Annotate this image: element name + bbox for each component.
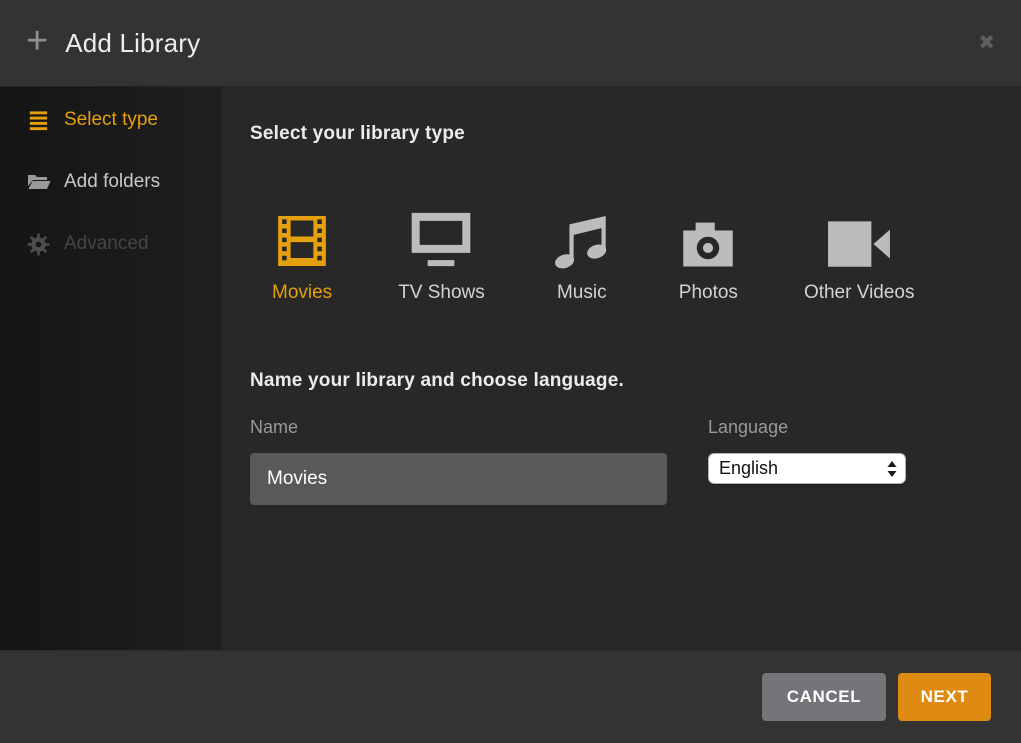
library-type-label: TV Shows (398, 282, 485, 304)
library-type-label: Movies (272, 282, 332, 304)
library-type-tv-shows[interactable]: TV Shows (398, 207, 485, 304)
wizard-steps-sidebar: Select type Add folders (0, 87, 222, 650)
cancel-button[interactable]: CANCEL (762, 673, 886, 721)
library-type-label: Other Videos (804, 282, 915, 304)
main-panel: Select your library type Movies (222, 87, 1021, 650)
sidebar-item-label: Advanced (64, 233, 149, 255)
sidebar-item-add-folders[interactable]: Add folders (0, 151, 222, 213)
list-lines-icon (27, 108, 51, 132)
dialog-footer: CANCEL NEXT (0, 650, 1021, 743)
video-camera-icon (826, 207, 892, 269)
library-type-movies[interactable]: Movies (272, 207, 332, 304)
next-button[interactable]: NEXT (898, 673, 991, 721)
dialog-header: + Add Library ✖ (0, 0, 1021, 87)
language-selected-value: English (719, 458, 886, 479)
sidebar-item-label: Add folders (64, 171, 160, 193)
library-type-other-videos[interactable]: Other Videos (804, 207, 915, 304)
library-type-music[interactable]: Music (551, 207, 613, 304)
gear-icon (27, 232, 51, 256)
sidebar-item-select-type[interactable]: Select type (0, 89, 222, 151)
name-language-title: Name your library and choose language. (250, 370, 991, 392)
select-type-title: Select your library type (250, 123, 991, 145)
dialog-title: Add Library (65, 28, 200, 59)
plus-icon: + (26, 22, 48, 60)
close-icon[interactable]: ✖ (978, 33, 995, 53)
camera-icon (681, 207, 735, 269)
sidebar-item-label: Select type (64, 109, 158, 131)
name-field-label: Name (250, 417, 667, 438)
name-language-form: Name Language English (250, 417, 991, 505)
library-type-photos[interactable]: Photos (679, 207, 738, 304)
library-name-input[interactable] (250, 453, 667, 505)
language-select[interactable]: English (708, 453, 906, 484)
film-strip-icon (277, 207, 327, 269)
library-type-label: Music (557, 282, 607, 304)
library-type-row: Movies TV Shows (272, 207, 991, 304)
add-library-dialog: + Add Library ✖ Select type (0, 0, 1021, 743)
language-field-label: Language (708, 417, 906, 438)
library-type-label: Photos (679, 282, 738, 304)
music-note-icon (551, 207, 613, 269)
select-up-down-arrows-icon (886, 460, 898, 478)
tv-icon (409, 207, 473, 269)
folder-open-icon (27, 170, 51, 194)
sidebar-item-advanced: Advanced (0, 213, 222, 275)
